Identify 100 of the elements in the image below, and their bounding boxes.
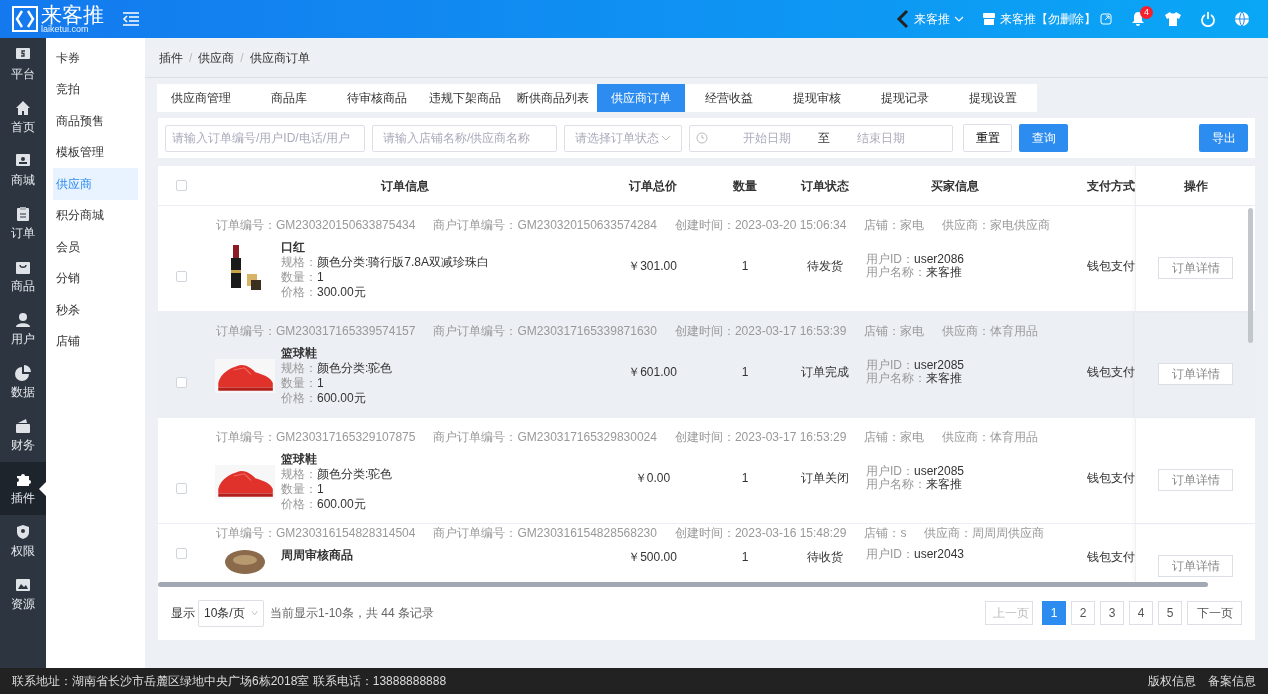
rail-item[interactable]: 资源: [0, 568, 46, 621]
order-detail-button[interactable]: 订单详情: [1158, 555, 1233, 577]
order-meta-text: 订单编号：GM230320150633875434: [216, 217, 416, 234]
theme-button[interactable]: [1164, 11, 1182, 27]
submenu-item[interactable]: 会员: [53, 231, 138, 263]
user-icon: [15, 311, 31, 328]
rail-item[interactable]: 商城: [0, 144, 46, 197]
tab[interactable]: 提现审核: [773, 84, 861, 112]
page-button[interactable]: 2: [1071, 601, 1095, 625]
page-button[interactable]: 4: [1129, 601, 1153, 625]
product-name: 篮球鞋: [281, 346, 318, 361]
notification-button[interactable]: [1130, 11, 1146, 27]
tab[interactable]: 供应商管理: [157, 84, 245, 112]
rail-item[interactable]: 权限: [0, 515, 46, 568]
order-total: ￥500.00: [628, 550, 677, 564]
wallet-icon: [15, 417, 31, 434]
row-checkbox[interactable]: [176, 376, 187, 388]
submenu-item[interactable]: 积分商城: [53, 199, 138, 231]
order-meta-text: 商户订单编号：GM230317165339871630: [433, 323, 657, 340]
submenu-item[interactable]: 秒杀: [53, 294, 138, 326]
vertical-scrollbar[interactable]: [1248, 208, 1253, 343]
horizontal-scrollbar[interactable]: [158, 582, 1208, 587]
page-button[interactable]: 5: [1158, 601, 1182, 625]
row-checkbox[interactable]: [176, 270, 187, 282]
order-meta-text: 店铺：s: [864, 525, 907, 542]
submenu-item[interactable]: 店铺: [53, 325, 138, 357]
rail-item[interactable]: 插件: [0, 462, 46, 515]
order-meta-text: 商户订单编号：GM230320150633574284: [433, 217, 657, 234]
next-page-button[interactable]: 下一页: [1187, 601, 1242, 625]
menu-toggle[interactable]: [122, 11, 140, 27]
submenu-item[interactable]: 商品预售: [53, 105, 138, 137]
logo-icon: [12, 6, 38, 32]
tab[interactable]: 商品库: [245, 84, 333, 112]
footer-link[interactable]: 版权信息: [1148, 672, 1196, 690]
breadcrumb-link[interactable]: 插件: [159, 48, 183, 67]
buyer-id: 用户ID：user2085: [866, 359, 966, 372]
select-all-checkbox[interactable]: [176, 180, 187, 191]
footer-link[interactable]: 备案信息: [1208, 672, 1256, 690]
date-range-field[interactable]: 开始日期 至 结束日期: [689, 124, 953, 152]
page-size-label: 显示: [171, 605, 195, 622]
product-quantity: 数量：1: [281, 270, 325, 285]
order-quantity: 1: [741, 365, 749, 379]
rail-item[interactable]: 商品: [0, 250, 46, 303]
page-size-select[interactable]: 10条/页: [198, 599, 264, 627]
order-meta-text: 供应商：体育用品: [942, 323, 1039, 340]
product-name: 口红: [281, 240, 306, 255]
page-button[interactable]: 3: [1100, 601, 1124, 625]
row-checkbox[interactable]: [176, 482, 187, 494]
tab[interactable]: 经营收益: [685, 84, 773, 112]
column-header: 买家信息: [931, 178, 979, 193]
product-quantity: 数量：1: [281, 482, 325, 497]
order-total: ￥601.00: [628, 365, 677, 379]
submenu-item[interactable]: 竞拍: [53, 73, 138, 105]
rail-item[interactable]: 财务: [0, 409, 46, 462]
order-quantity: 1: [741, 259, 749, 273]
shirt-icon: [1164, 11, 1182, 27]
order-meta-text: 订单编号：GM230316154828314504: [216, 525, 416, 542]
order-detail-button[interactable]: 订单详情: [1158, 363, 1233, 385]
store-search-field[interactable]: 请输入店铺名称/供应商名称: [372, 124, 557, 152]
reset-button[interactable]: 重置: [963, 124, 1012, 152]
rail-item[interactable]: 首页: [0, 91, 46, 144]
order-status: 待收货: [807, 550, 843, 564]
product-price: 价格：300.00元: [281, 285, 367, 300]
column-header: 支付方式: [1087, 178, 1135, 193]
row-checkbox[interactable]: [176, 548, 187, 559]
submenu-item[interactable]: 分销: [53, 262, 138, 294]
submenu-item[interactable]: 模板管理: [53, 136, 138, 168]
tab[interactable]: 待审核商品: [333, 84, 421, 112]
rail-item[interactable]: 数据: [0, 356, 46, 409]
order-total: ￥301.00: [628, 259, 677, 273]
order-meta-text: 店铺：家电: [864, 323, 925, 340]
product-spec: 规格：颜色分类:驼色: [281, 467, 393, 482]
language-button[interactable]: [1234, 11, 1250, 27]
buyer-name: 用户名称：来客推: [866, 266, 963, 279]
pie-chart-icon: [15, 364, 31, 381]
rail-item[interactable]: 平台: [0, 38, 46, 91]
order-meta-text: 创建时间：2023-03-17 16:53:29: [674, 429, 847, 446]
rail-item[interactable]: 用户: [0, 303, 46, 356]
rail-item[interactable]: 订单: [0, 197, 46, 250]
order-meta-text: 供应商：家电供应商: [942, 217, 1051, 234]
submenu-item[interactable]: 卡券: [53, 42, 138, 74]
order-detail-button[interactable]: 订单详情: [1158, 257, 1233, 279]
menu-icon: [122, 11, 140, 27]
breadcrumb-link[interactable]: 供应商: [198, 48, 235, 67]
tab[interactable]: 提现设置: [949, 84, 1037, 112]
image-icon: [15, 576, 31, 593]
logo-subtitle: laiketui.com: [41, 24, 89, 34]
chevron-down-icon: [661, 134, 671, 142]
buyer-id: 用户ID：user2085: [866, 465, 966, 478]
tab[interactable]: 违规下架商品: [421, 84, 509, 112]
column-header: 订单信息: [381, 178, 429, 193]
order-detail-button[interactable]: 订单详情: [1158, 469, 1233, 491]
tab[interactable]: 断供商品列表: [509, 84, 597, 112]
clipboard-icon: [15, 205, 31, 222]
order-meta-text: 创建时间：2023-03-17 16:53:39: [674, 323, 847, 340]
product-spec: 规格：颜色分类:骑行版7.8A双减珍珠白: [281, 255, 490, 270]
breadcrumb-separator: /: [240, 49, 244, 67]
order-search-field[interactable]: 请输入订单编号/用户ID/电话/用户: [165, 124, 365, 152]
power-button[interactable]: [1200, 11, 1216, 27]
tab[interactable]: 提现记录: [861, 84, 949, 112]
